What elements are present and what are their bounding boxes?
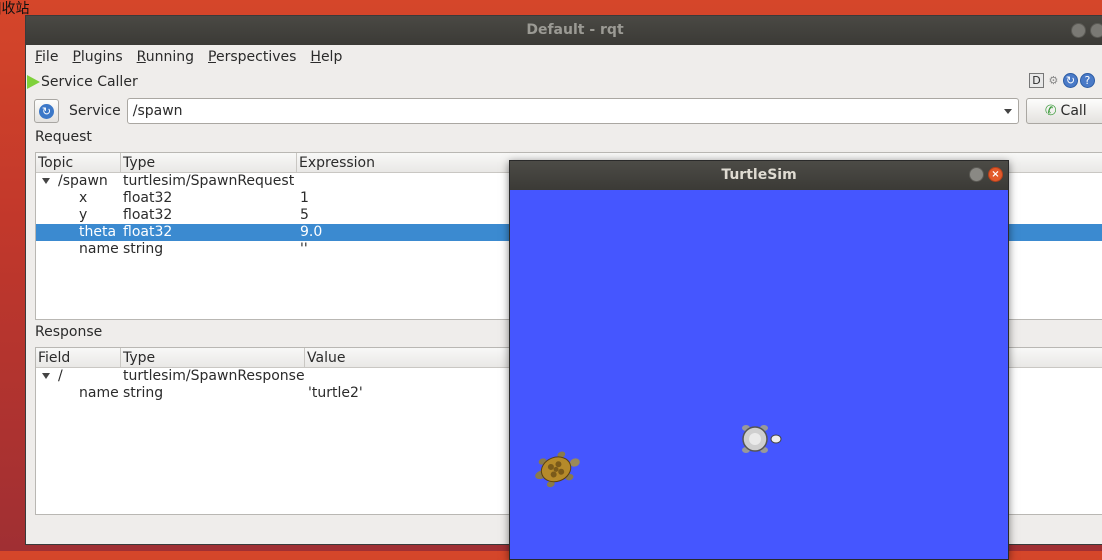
menu-perspectives[interactable]: Perspectives xyxy=(208,49,296,65)
topic-cell: x xyxy=(36,190,121,207)
field-cell: name xyxy=(36,385,121,402)
turtle-canvas[interactable] xyxy=(510,190,1008,559)
refresh-button[interactable]: ↻ xyxy=(34,99,59,123)
call-button[interactable]: ✆ Call xyxy=(1025,98,1102,124)
phone-icon: ✆ xyxy=(1044,103,1057,119)
topic-text: x xyxy=(79,190,88,206)
topic-cell: /spawn xyxy=(36,173,121,190)
turtle1-icon xyxy=(535,451,580,488)
col-type[interactable]: Type xyxy=(121,348,305,367)
topic-cell: y xyxy=(36,207,121,224)
turtlesim-title: TurtleSim xyxy=(721,167,797,183)
call-label: Call xyxy=(1060,103,1087,119)
play-icon xyxy=(27,75,40,89)
menu-running-rest: unning xyxy=(145,49,195,65)
service-row: ↻ Service /spawn ✆ Call xyxy=(34,98,1102,124)
plugin-title: Service Caller xyxy=(41,74,138,90)
window-controls xyxy=(1071,23,1102,38)
topic-text: theta xyxy=(79,224,117,240)
minimize-button[interactable] xyxy=(1071,23,1086,38)
expand-arrow-icon[interactable] xyxy=(42,177,50,184)
service-value: /spawn xyxy=(132,103,183,119)
topic-text: /spawn xyxy=(58,173,108,189)
turtlesim-window: TurtleSim × xyxy=(509,160,1009,560)
type-cell: float32 xyxy=(123,207,173,223)
menu-plugins[interactable]: Plugins xyxy=(72,49,122,65)
topic-text: name xyxy=(79,241,119,257)
window-title: Default - rqt xyxy=(526,22,624,38)
help-icon[interactable]: ? xyxy=(1079,73,1095,88)
type-cell: string xyxy=(123,385,164,401)
plugin-bar: Service Caller D ⚙ ↻ ? - O xyxy=(26,69,1102,95)
desktop-trash-label[interactable]: ]收站 xyxy=(0,0,29,18)
topic-text: y xyxy=(79,207,88,223)
menu-running[interactable]: Running xyxy=(137,49,194,65)
col-field[interactable]: Field xyxy=(36,348,121,367)
col-topic[interactable]: Topic xyxy=(36,153,121,172)
minimize-button[interactable] xyxy=(969,167,984,182)
service-combobox[interactable]: /spawn xyxy=(126,98,1019,124)
topic-cell: theta xyxy=(36,224,121,241)
dock-icon[interactable]: D xyxy=(1028,73,1044,88)
menu-bar: File Plugins Running Perspectives Help xyxy=(26,45,1102,69)
col-type[interactable]: Type xyxy=(121,153,297,172)
field-text: / xyxy=(58,368,63,384)
maximize-button[interactable] xyxy=(1090,23,1102,38)
close-button[interactable]: × xyxy=(988,167,1003,182)
close-icon: × xyxy=(991,169,1000,180)
type-cell: float32 xyxy=(123,224,173,240)
type-cell: turtlesim/SpawnResponse xyxy=(123,368,305,384)
menu-help-rest: elp xyxy=(320,49,343,65)
type-cell: string xyxy=(123,241,164,257)
menu-perspectives-rest: erspectives xyxy=(215,49,297,65)
turtle2-icon xyxy=(742,425,782,453)
gear-icon[interactable]: ⚙ xyxy=(1046,73,1061,88)
service-label: Service xyxy=(69,103,121,119)
menu-help[interactable]: Help xyxy=(310,49,342,65)
response-label: Response xyxy=(35,324,103,340)
rqt-titlebar[interactable]: Default - rqt xyxy=(26,16,1102,45)
menu-plugins-rest: lugins xyxy=(80,49,123,65)
field-cell: / xyxy=(36,368,121,385)
reload-icon[interactable]: ↻ xyxy=(1062,73,1078,88)
plugin-tools: D ⚙ ↻ ? - O xyxy=(1028,73,1102,88)
turtlesim-titlebar[interactable]: TurtleSim × xyxy=(510,161,1008,190)
field-text: name xyxy=(79,385,119,401)
expand-arrow-icon[interactable] xyxy=(42,372,50,379)
type-cell: float32 xyxy=(123,190,173,206)
menu-file-rest: ile xyxy=(42,49,59,65)
topic-cell: name xyxy=(36,241,121,258)
request-label: Request xyxy=(35,129,92,145)
refresh-icon: ↻ xyxy=(39,103,54,119)
turtlesim-window-controls: × xyxy=(969,167,1003,182)
chevron-down-icon xyxy=(1003,109,1012,114)
menu-file[interactable]: File xyxy=(35,49,58,65)
type-cell: turtlesim/SpawnRequest xyxy=(123,173,295,189)
